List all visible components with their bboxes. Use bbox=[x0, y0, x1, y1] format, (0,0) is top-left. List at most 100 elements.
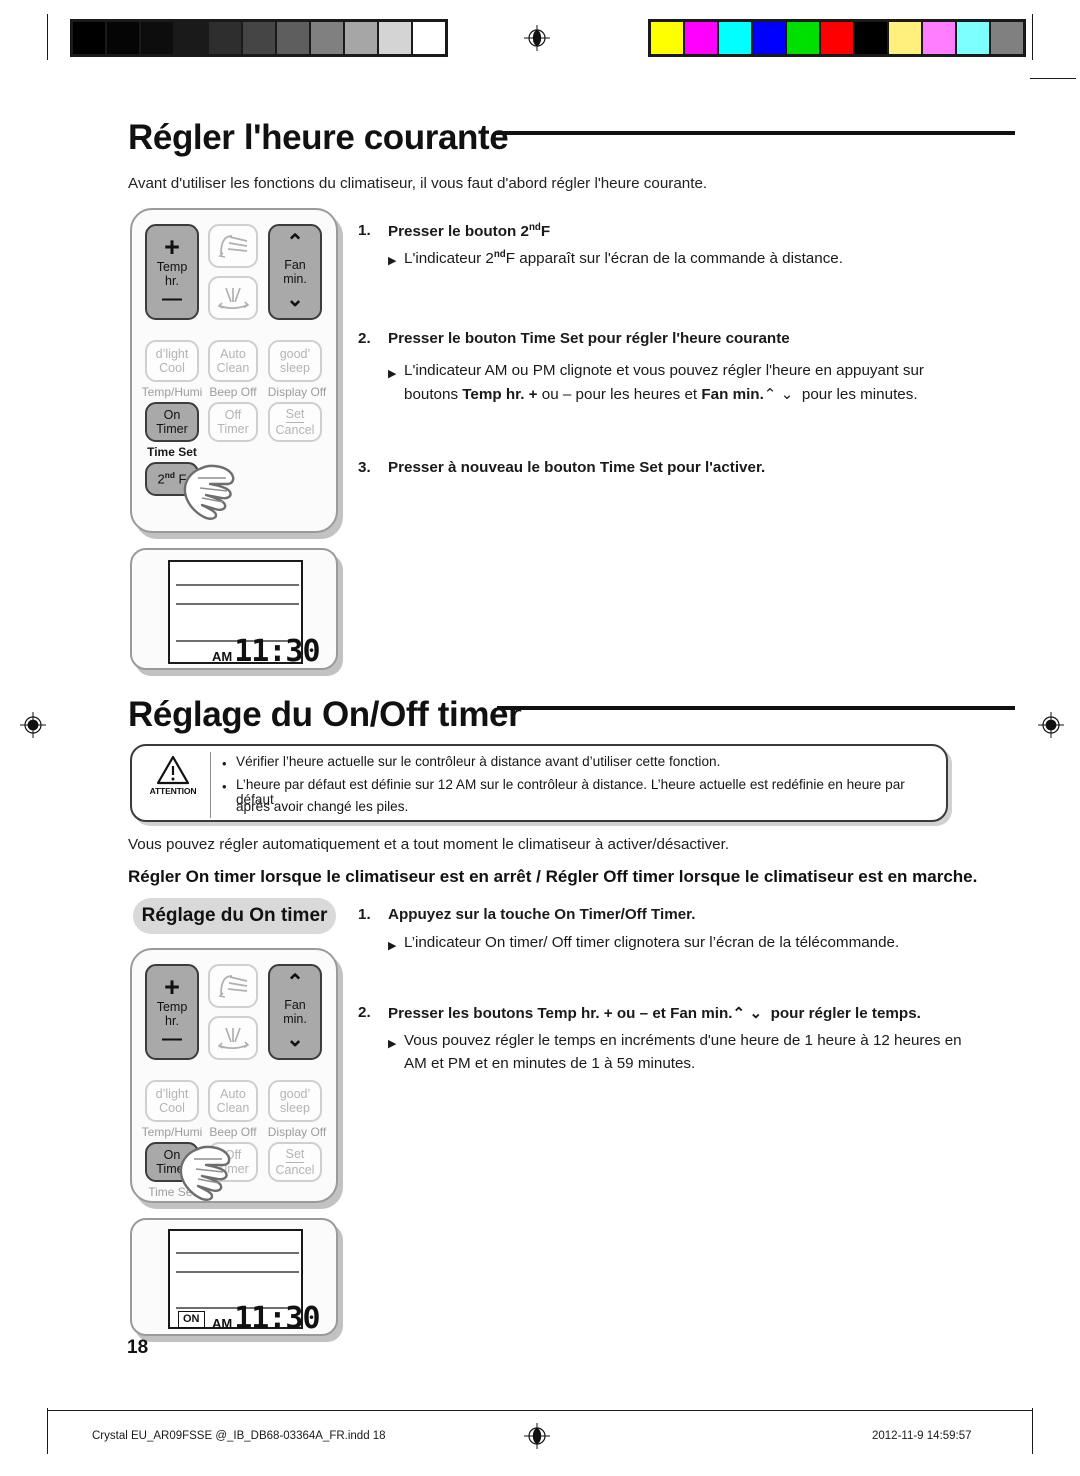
s2-step1-sub-line1: L’indicateur On timer/ Off timer clignot… bbox=[404, 934, 900, 951]
remote-key-dlight-cool[interactable]: d’light Cool bbox=[145, 340, 199, 382]
remote2-key-good-sleep-label2: sleep bbox=[280, 1101, 310, 1115]
remote-key-fan-min[interactable]: ⌃ Fan min. ⌄ bbox=[268, 224, 322, 320]
plus-icon: + bbox=[164, 971, 180, 1002]
remote-key-off-timer[interactable]: Off Timer bbox=[208, 402, 258, 442]
plus-icon: + bbox=[164, 231, 180, 262]
remote-key-dlight-cool-label1: d’light bbox=[155, 347, 189, 361]
remote2-key-fan-min[interactable]: ⌃ Fan min. ⌄ bbox=[268, 964, 322, 1060]
color-swatch-1 bbox=[685, 22, 717, 54]
lcd-screen-bottom: ON AM 11:30 bbox=[168, 1229, 321, 1333]
remote2-key-temp-hr[interactable]: + Temp hr. — bbox=[145, 964, 199, 1060]
step1-text: Presser le bouton 2ndF bbox=[388, 222, 551, 241]
grayscale-swatch-3 bbox=[175, 22, 207, 54]
grayscale-swatch-8 bbox=[345, 22, 377, 54]
lcd-clock-top: 11:30 bbox=[234, 634, 320, 669]
grayscale-swatch-2 bbox=[141, 22, 173, 54]
grayscale-swatch-4 bbox=[209, 22, 241, 54]
remote-key-set-label: Set bbox=[285, 407, 305, 423]
remote2-key-auto-clean[interactable]: Auto Clean bbox=[208, 1080, 258, 1122]
remote-key-swing-up[interactable] bbox=[208, 224, 258, 268]
grayscale-calibration-strip bbox=[70, 19, 448, 57]
remote-key-good-sleep[interactable]: good’ sleep bbox=[268, 340, 322, 382]
attention-label: ATTENTION bbox=[149, 786, 197, 796]
remote-sublabel-time-set: Time Set bbox=[147, 445, 197, 459]
remote-sublabel-temp-humi: Temp/Humi bbox=[141, 385, 203, 399]
s2-step1-number: 1. bbox=[358, 906, 371, 923]
remote2-sublabel-time-set: Time Set bbox=[148, 1185, 196, 1199]
remote2-key-on-timer[interactable]: On Timer bbox=[145, 1142, 199, 1182]
remote2-sublabel-beep-off: Beep Off bbox=[209, 1125, 257, 1139]
remote2-key-swing-up[interactable] bbox=[208, 964, 258, 1008]
step2-sub-line1: L'indicateur AM ou PM clignote et vous p… bbox=[404, 362, 924, 379]
remote-sublabel-display-off: Display Off bbox=[267, 385, 327, 399]
registration-mark-right bbox=[1038, 712, 1064, 738]
footer-rule bbox=[48, 1410, 1033, 1411]
attention-bullet-2: • bbox=[222, 779, 227, 794]
remote-key-temp-hr[interactable]: + Temp hr. — bbox=[145, 224, 199, 320]
s2-step2-sub-marker: ▶ bbox=[388, 1038, 397, 1050]
remote-sublabel-beep-off: Beep Off bbox=[209, 385, 257, 399]
lcd-ampm-bottom: AM bbox=[212, 1315, 233, 1331]
lcd-divider-1 bbox=[176, 584, 299, 586]
lcd2-divider-1 bbox=[176, 1252, 299, 1254]
minus-icon: — bbox=[162, 288, 182, 311]
remote2-key-off-timer-label2: Timer bbox=[217, 1162, 249, 1176]
step2-number: 2. bbox=[358, 330, 371, 347]
remote2-key-swing-down[interactable] bbox=[208, 1016, 258, 1060]
remote2-key-fan-min-label1: Fan bbox=[284, 998, 306, 1012]
grayscale-swatch-6 bbox=[277, 22, 309, 54]
remote-key-on-timer[interactable]: On Timer bbox=[145, 402, 199, 442]
color-swatch-7 bbox=[889, 22, 921, 54]
manual-page: Régler l'heure courante Avant d'utiliser… bbox=[0, 0, 1080, 1476]
grayscale-swatch-10 bbox=[413, 22, 445, 54]
lcd-screen-top: AM 11:30 bbox=[168, 560, 321, 666]
section2-intro: Vous pouvez régler automatiquement et a … bbox=[128, 836, 730, 853]
on-timer-pill-label: Réglage du On timer bbox=[133, 898, 336, 934]
step1-sub-marker: ▶ bbox=[388, 255, 397, 267]
grayscale-swatch-9 bbox=[379, 22, 411, 54]
remote2-key-good-sleep[interactable]: good’ sleep bbox=[268, 1080, 322, 1122]
lcd-time-readout-top: AM 11:30 bbox=[212, 634, 321, 669]
step3-number: 3. bbox=[358, 459, 371, 476]
remote2-key-auto-clean-label2: Clean bbox=[216, 1101, 250, 1115]
chevron-down-icon: ⌄ bbox=[286, 1028, 304, 1051]
remote-key-second-f-label: 2nd F bbox=[157, 470, 187, 487]
remote2-key-dlight-cool-label2: Cool bbox=[159, 1101, 185, 1115]
remote-key-temp-hr-label1: Temp bbox=[156, 260, 188, 275]
remote-key-second-f[interactable]: 2nd F bbox=[145, 462, 199, 496]
remote-key-temp-hr-label2: hr. bbox=[165, 274, 179, 289]
remote2-key-off-timer[interactable]: Off Timer bbox=[208, 1142, 258, 1182]
remote2-key-dlight-cool[interactable]: d’light Cool bbox=[145, 1080, 199, 1122]
footer-filename: Crystal EU_AR09FSSE @_IB_DB68-03364A_FR.… bbox=[92, 1430, 386, 1442]
color-swatch-2 bbox=[719, 22, 751, 54]
s2-step2-text: Presser les boutons Temp hr. + ou – et F… bbox=[388, 1005, 921, 1022]
s2-step2-sub-line2: AM et PM et en minutes de 1 à 59 minutes… bbox=[404, 1055, 696, 1072]
remote-key-auto-clean[interactable]: Auto Clean bbox=[208, 340, 258, 382]
on-timer-pill-text: Réglage du On timer bbox=[141, 905, 328, 926]
remote2-key-set-cancel[interactable]: Set Cancel bbox=[268, 1142, 322, 1182]
airflow-up-icon bbox=[218, 235, 248, 258]
remote-key-cancel-label: Cancel bbox=[275, 423, 315, 437]
airflow-down-icon bbox=[217, 287, 250, 310]
crop-mark-tl-v bbox=[47, 14, 48, 60]
remote-key-set-cancel[interactable]: Set Cancel bbox=[268, 402, 322, 442]
step1-sub-line1: L'indicateur 2ndF apparaît sur l'écran d… bbox=[404, 249, 843, 268]
lcd-time-readout-bottom: AM 11:30 bbox=[212, 1304, 321, 1334]
lcd-ampm-top: AM bbox=[212, 648, 233, 664]
s2-step1-text: Appuyez sur la touche On Timer/Off Timer… bbox=[388, 906, 696, 923]
page-number: 18 bbox=[127, 1337, 149, 1358]
color-swatch-8 bbox=[923, 22, 955, 54]
remote-key-auto-clean-label1: Auto bbox=[220, 347, 246, 361]
remote-control-diagram-top: + Temp hr. — ⌃ Fan min. ⌄ d’light Cool T… bbox=[130, 208, 338, 533]
warning-triangle-icon bbox=[156, 755, 190, 785]
color-swatch-5 bbox=[821, 22, 853, 54]
remote2-key-fan-min-label2: min. bbox=[283, 1012, 307, 1026]
section1-title: Régler l'heure courante bbox=[128, 118, 509, 157]
step2-sub-marker: ▶ bbox=[388, 368, 397, 380]
attention-icon-group: ATTENTION bbox=[142, 755, 204, 796]
chevron-up-icon: ⌃ bbox=[286, 971, 304, 995]
remote-key-on-timer-label1: On bbox=[163, 408, 181, 422]
remote2-key-good-sleep-label1: good’ bbox=[279, 1087, 311, 1101]
remote-key-good-sleep-label2: sleep bbox=[280, 361, 310, 375]
remote-key-swing-down[interactable] bbox=[208, 276, 258, 320]
